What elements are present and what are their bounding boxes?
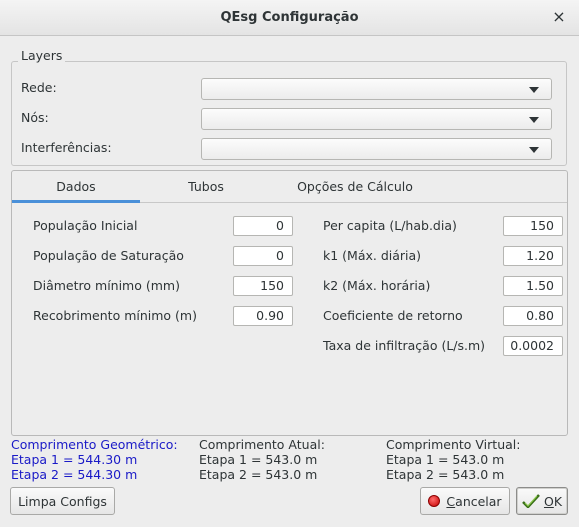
nos-label: Nós:: [21, 110, 49, 125]
populacao-saturacao-label: População de Saturação: [33, 248, 184, 263]
ok-button[interactable]: OK: [516, 487, 568, 515]
limpa-configs-button[interactable]: Limpa Configs: [10, 487, 115, 515]
comprimento-virtual-title: Comprimento Virtual:: [386, 437, 521, 452]
tab-dados[interactable]: Dados: [12, 171, 140, 203]
chevron-down-icon: [529, 147, 539, 153]
comprimento-atual-etapa1: Etapa 1 = 543.0 m: [199, 452, 318, 467]
comprimento-geometrico-title: Comprimento Geométrico:: [11, 437, 178, 452]
comprimento-geometrico-etapa2: Etapa 2 = 544.30 m: [11, 467, 138, 482]
rede-label: Rede:: [21, 80, 57, 95]
interferencias-label: Interferências:: [21, 140, 112, 155]
interferencias-combobox[interactable]: [201, 138, 552, 160]
cancel-icon: [428, 495, 441, 507]
recobrimento-minimo-input[interactable]: 0.90: [233, 306, 293, 326]
limpa-configs-label: Limpa Configs: [18, 493, 107, 509]
layers-group-title: Layers: [18, 48, 66, 63]
comprimento-atual-etapa2: Etapa 2 = 543.0 m: [199, 467, 318, 482]
taxa-infiltracao-input[interactable]: 0.0002: [503, 336, 563, 356]
title-bar: QEsg Configuração ×: [0, 0, 579, 36]
nos-combobox[interactable]: [201, 108, 552, 130]
populacao-saturacao-input[interactable]: 0: [233, 246, 293, 266]
window-title: QEsg Configuração: [220, 10, 359, 25]
recobrimento-minimo-label: Recobrimento mínimo (m): [33, 308, 197, 323]
cancel-label: Cancelar: [446, 493, 502, 509]
comprimento-virtual-etapa1: Etapa 1 = 543.0 m: [386, 452, 505, 467]
k2-input[interactable]: 1.50: [503, 276, 563, 296]
close-icon[interactable]: ×: [551, 8, 567, 26]
k1-label: k1 (Máx. diária): [323, 248, 422, 263]
diametro-minimo-input[interactable]: 150: [233, 276, 293, 296]
populacao-inicial-label: População Inicial: [33, 218, 138, 233]
k1-input[interactable]: 1.20: [503, 246, 563, 266]
populacao-inicial-input[interactable]: 0: [233, 216, 293, 236]
comprimento-geometrico-etapa1: Etapa 1 = 544.30 m: [11, 452, 138, 467]
k2-label: k2 (Máx. horária): [323, 278, 431, 293]
comprimento-atual-title: Comprimento Atual:: [199, 437, 325, 452]
ok-label: OK: [543, 493, 563, 509]
chevron-down-icon: [529, 117, 539, 123]
coeficiente-retorno-label: Coeficiente de retorno: [323, 308, 463, 323]
per-capita-label: Per capita (L/hab.dia): [323, 218, 457, 233]
diametro-minimo-label: Diâmetro mínimo (mm): [33, 278, 180, 293]
tab-tubos[interactable]: Tubos: [160, 171, 252, 203]
chevron-down-icon: [529, 87, 539, 93]
per-capita-input[interactable]: 150: [503, 216, 563, 236]
tab-panel: [11, 170, 568, 436]
ok-check-icon: [522, 494, 540, 508]
taxa-infiltracao-label: Taxa de infiltração (L/s.m): [323, 338, 486, 353]
tab-opcoes-de-calculo[interactable]: Opções de Cálculo: [275, 171, 435, 203]
rede-combobox[interactable]: [201, 78, 552, 100]
coeficiente-retorno-input[interactable]: 0.80: [503, 306, 563, 326]
comprimento-virtual-etapa2: Etapa 2 = 543.0 m: [386, 467, 505, 482]
cancel-button[interactable]: Cancelar: [420, 487, 510, 515]
